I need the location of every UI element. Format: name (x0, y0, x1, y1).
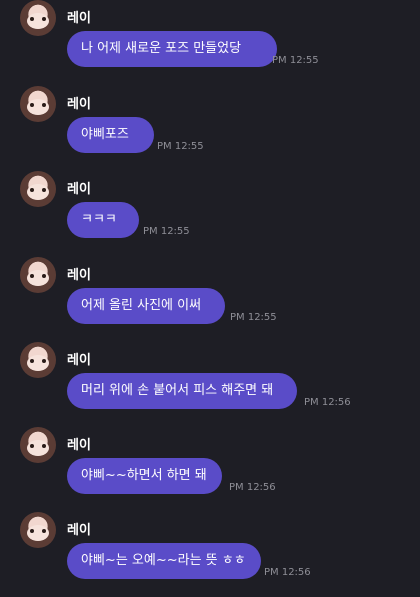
avatar[interactable] (20, 342, 56, 378)
message-time: PM 12:55 (143, 226, 190, 237)
message-bubble[interactable]: 머리 위에 손 붙어서 피스 해주면 돼 (67, 373, 297, 409)
message-bubble[interactable]: 야삐포즈 (67, 117, 154, 153)
avatar[interactable] (20, 0, 56, 36)
message-time: PM 12:56 (229, 482, 276, 493)
sender-name: 레이 (67, 438, 91, 453)
message-row: 레이 어제 올린 사진에 이써 PM 12:55 (0, 257, 420, 342)
message-time: PM 12:56 (304, 397, 351, 408)
message-bubble[interactable]: ㅋㅋㅋ (67, 202, 139, 238)
sender-name: 레이 (67, 353, 91, 368)
sender-name: 레이 (67, 11, 91, 26)
sender-name: 레이 (67, 182, 91, 197)
avatar[interactable] (20, 427, 56, 463)
message-time: PM 12:55 (157, 141, 204, 152)
message-row: 레이 ㅋㅋㅋ PM 12:55 (0, 171, 420, 256)
sender-name: 레이 (67, 268, 91, 283)
message-row: 레이 나 어제 새로운 포즈 만들었당 PM 12:55 (0, 0, 420, 85)
message-time: PM 12:55 (272, 55, 319, 66)
message-bubble[interactable]: 야삐~~하면서 하면 돼 (67, 458, 222, 494)
message-bubble[interactable]: 어제 올린 사진에 이써 (67, 288, 225, 324)
avatar[interactable] (20, 512, 56, 548)
message-row: 레이 야삐~~하면서 하면 돼 PM 12:56 (0, 427, 420, 512)
avatar[interactable] (20, 86, 56, 122)
avatar[interactable] (20, 171, 56, 207)
message-time: PM 12:56 (264, 567, 311, 578)
message-row: 레이 야삐포즈 PM 12:55 (0, 86, 420, 171)
message-bubble[interactable]: 나 어제 새로운 포즈 만들었당 (67, 31, 277, 67)
message-bubble[interactable]: 야삐~는 오예~~라는 뜻 ㅎㅎ (67, 543, 261, 579)
message-row: 레이 머리 위에 손 붙어서 피스 해주면 돼 PM 12:56 (0, 342, 420, 427)
sender-name: 레이 (67, 523, 91, 538)
message-time: PM 12:55 (230, 312, 277, 323)
chat-thread: 레이 나 어제 새로운 포즈 만들었당 PM 12:55 레이 야삐포즈 PM … (0, 0, 420, 597)
sender-name: 레이 (67, 97, 91, 112)
message-row: 레이 야삐~는 오예~~라는 뜻 ㅎㅎ PM 12:56 (0, 512, 420, 597)
avatar[interactable] (20, 257, 56, 293)
